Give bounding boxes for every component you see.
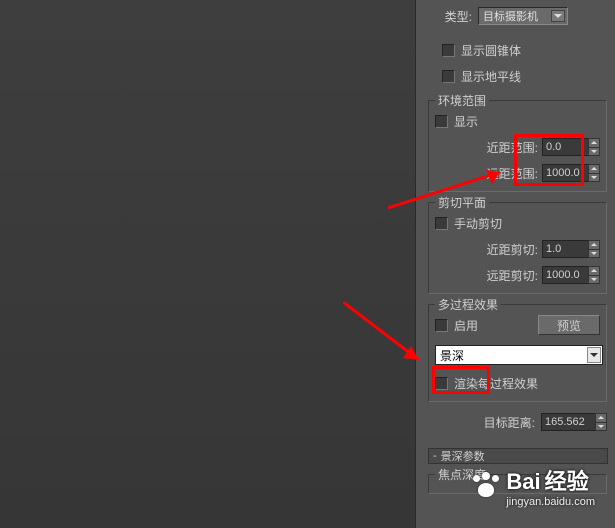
spinner-up-icon[interactable] bbox=[595, 413, 607, 422]
show-cone-label: 显示圆锥体 bbox=[461, 42, 521, 59]
target-dist-spinner[interactable]: 165.562 bbox=[541, 413, 607, 431]
clip-plane-section: 剪切平面 手动剪切 近距剪切: 1.0 远距剪切: 1000.0 bbox=[428, 202, 607, 294]
render-per-checkbox[interactable] bbox=[435, 377, 448, 390]
render-per-label: 渲染每过程效果 bbox=[454, 375, 538, 392]
rollout-dof-params[interactable]: - 景深参数 bbox=[428, 448, 608, 464]
watermark-brand-b: 经验 bbox=[545, 469, 589, 494]
env-show-label: 显示 bbox=[454, 113, 478, 130]
near-range-label: 近距范围: bbox=[487, 139, 538, 156]
enable-label: 启用 bbox=[454, 317, 478, 334]
enable-checkbox[interactable] bbox=[435, 319, 448, 332]
env-range-section: 环境范围 显示 近距范围: 0.0 远距范围: 1000.0 bbox=[428, 100, 607, 192]
clip-plane-title: 剪切平面 bbox=[435, 194, 489, 211]
spinner-up-icon[interactable] bbox=[588, 240, 600, 249]
paw-icon bbox=[470, 472, 502, 500]
spinner-down-icon[interactable] bbox=[588, 147, 600, 157]
type-row: 类型: 目标摄影机 bbox=[428, 6, 607, 26]
far-range-value[interactable]: 1000.0 bbox=[542, 164, 588, 182]
properties-panel: 类型: 目标摄影机 显示圆锥体 显示地平线 环境范围 显示 近距范围: 0.0 … bbox=[415, 0, 615, 528]
manual-clip-checkbox[interactable] bbox=[435, 217, 448, 230]
type-value: 目标摄影机 bbox=[483, 8, 538, 24]
type-dropdown[interactable]: 目标摄影机 bbox=[478, 7, 568, 25]
env-show-checkbox[interactable] bbox=[435, 115, 448, 128]
effect-select[interactable]: 景深 bbox=[435, 345, 603, 365]
manual-clip-label: 手动剪切 bbox=[454, 215, 502, 232]
preview-button[interactable]: 预览 bbox=[538, 315, 600, 335]
show-horizon-row: 显示地平线 bbox=[428, 66, 607, 86]
type-label: 类型: bbox=[428, 8, 472, 25]
env-range-title: 环境范围 bbox=[435, 92, 489, 109]
show-horizon-label: 显示地平线 bbox=[461, 68, 521, 85]
spinner-up-icon[interactable] bbox=[588, 266, 600, 275]
spinner-up-icon[interactable] bbox=[588, 138, 600, 147]
spinner-down-icon[interactable] bbox=[588, 249, 600, 259]
far-clip-value[interactable]: 1000.0 bbox=[542, 266, 588, 284]
show-cone-checkbox[interactable] bbox=[442, 44, 455, 57]
watermark: Bai经验 jingyan.baidu.com bbox=[470, 464, 595, 508]
effect-value: 景深 bbox=[440, 347, 464, 364]
far-range-spinner[interactable]: 1000.0 bbox=[542, 164, 600, 182]
near-range-value[interactable]: 0.0 bbox=[542, 138, 588, 156]
target-dist-value[interactable]: 165.562 bbox=[541, 413, 595, 431]
watermark-brand-a: Bai bbox=[506, 469, 540, 494]
far-range-label: 远距范围: bbox=[487, 165, 538, 182]
chevron-down-icon bbox=[587, 347, 601, 363]
preview-label: 预览 bbox=[557, 317, 581, 334]
far-clip-spinner[interactable]: 1000.0 bbox=[542, 266, 600, 284]
target-dist-label: 目标距离: bbox=[484, 414, 535, 431]
multipass-section: 多过程效果 启用 预览 景深 渲染每过程效果 bbox=[428, 304, 607, 402]
near-clip-value[interactable]: 1.0 bbox=[542, 240, 588, 258]
show-cone-row: 显示圆锥体 bbox=[428, 40, 607, 60]
near-clip-label: 近距剪切: bbox=[487, 241, 538, 258]
spinner-down-icon[interactable] bbox=[588, 275, 600, 285]
spinner-up-icon[interactable] bbox=[588, 164, 600, 173]
show-horizon-checkbox[interactable] bbox=[442, 70, 455, 83]
far-clip-label: 远距剪切: bbox=[487, 267, 538, 284]
spinner-down-icon[interactable] bbox=[595, 422, 607, 432]
spinner-down-icon[interactable] bbox=[588, 173, 600, 183]
rollout-label: 景深参数 bbox=[441, 448, 485, 464]
watermark-url: jingyan.baidu.com bbox=[506, 496, 595, 508]
chevron-down-icon bbox=[551, 10, 565, 22]
near-clip-spinner[interactable]: 1.0 bbox=[542, 240, 600, 258]
viewport-area bbox=[0, 0, 415, 528]
multipass-title: 多过程效果 bbox=[435, 296, 501, 313]
near-range-spinner[interactable]: 0.0 bbox=[542, 138, 600, 156]
